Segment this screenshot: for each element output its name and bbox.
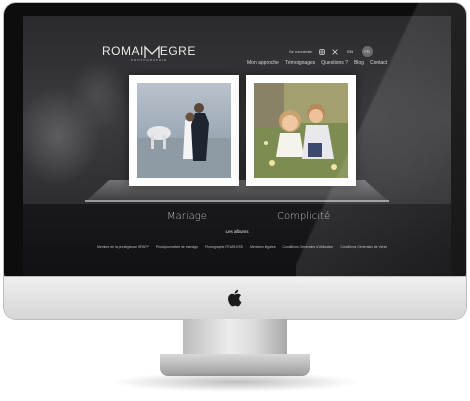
- footer-link-cgv[interactable]: Conditions Générales de Vente: [340, 245, 387, 249]
- wedding-couple-image: [137, 83, 231, 178]
- logo-monogram-icon: [144, 45, 160, 58]
- caption-complicite[interactable]: Complicité: [277, 211, 330, 222]
- album-photo-mariage[interactable]: [129, 75, 239, 186]
- footer-link-cgu[interactable]: Conditions Générales d'Utilisation: [283, 245, 334, 249]
- main-nav: Mon approche Témoignages Questions ? Blo…: [247, 60, 387, 66]
- logo-text-left: ROMAI: [102, 44, 144, 58]
- apple-logo-icon: [228, 289, 242, 307]
- footer-link-mentions[interactable]: Mentions légales: [250, 245, 275, 249]
- nav-item-testimonials[interactable]: Témoignages: [285, 60, 315, 66]
- footer-band: [23, 204, 451, 276]
- top-utility-bar: Se connecter EN FR: [289, 46, 373, 57]
- lang-en-link[interactable]: EN: [345, 46, 356, 57]
- caption-mariage[interactable]: Mariage: [167, 211, 207, 222]
- nav-item-blog[interactable]: Blog: [354, 60, 364, 66]
- album-photo-complicite[interactable]: [246, 75, 356, 186]
- login-link[interactable]: Se connecter: [289, 49, 313, 54]
- nav-item-approach[interactable]: Mon approche: [247, 60, 279, 66]
- nav-item-contact[interactable]: Contact: [370, 60, 387, 66]
- x-twitter-icon[interactable]: [332, 48, 339, 55]
- website-screen: ROMAI EGRE PHOTOGRAPHIE Se connecter EN F…: [23, 16, 451, 276]
- photo-shelf-edge: [85, 200, 389, 202]
- monitor-shadow: [110, 372, 360, 392]
- monitor-stand-neck: [183, 319, 287, 355]
- lang-fr-button[interactable]: FR: [361, 46, 373, 57]
- albums-heading: Les albums: [225, 229, 249, 234]
- nav-item-questions[interactable]: Questions ?: [321, 60, 348, 66]
- logo-subtitle: PHOTOGRAPHIE: [131, 58, 168, 62]
- footer-links: Membre de la prestigieuse SPAFP Photojou…: [97, 245, 387, 249]
- logo-text-right: EGRE: [159, 44, 196, 58]
- footer-link-fearless[interactable]: Photographe FEARLESS: [205, 245, 243, 249]
- footer-link-spafp[interactable]: Membre de la prestigieuse SPAFP: [97, 245, 149, 249]
- children-image: [254, 83, 348, 178]
- site-logo[interactable]: ROMAI EGRE: [102, 44, 196, 59]
- instagram-icon[interactable]: [319, 48, 326, 55]
- footer-link-photojournaliste[interactable]: Photojournaliste de mariage: [156, 245, 198, 249]
